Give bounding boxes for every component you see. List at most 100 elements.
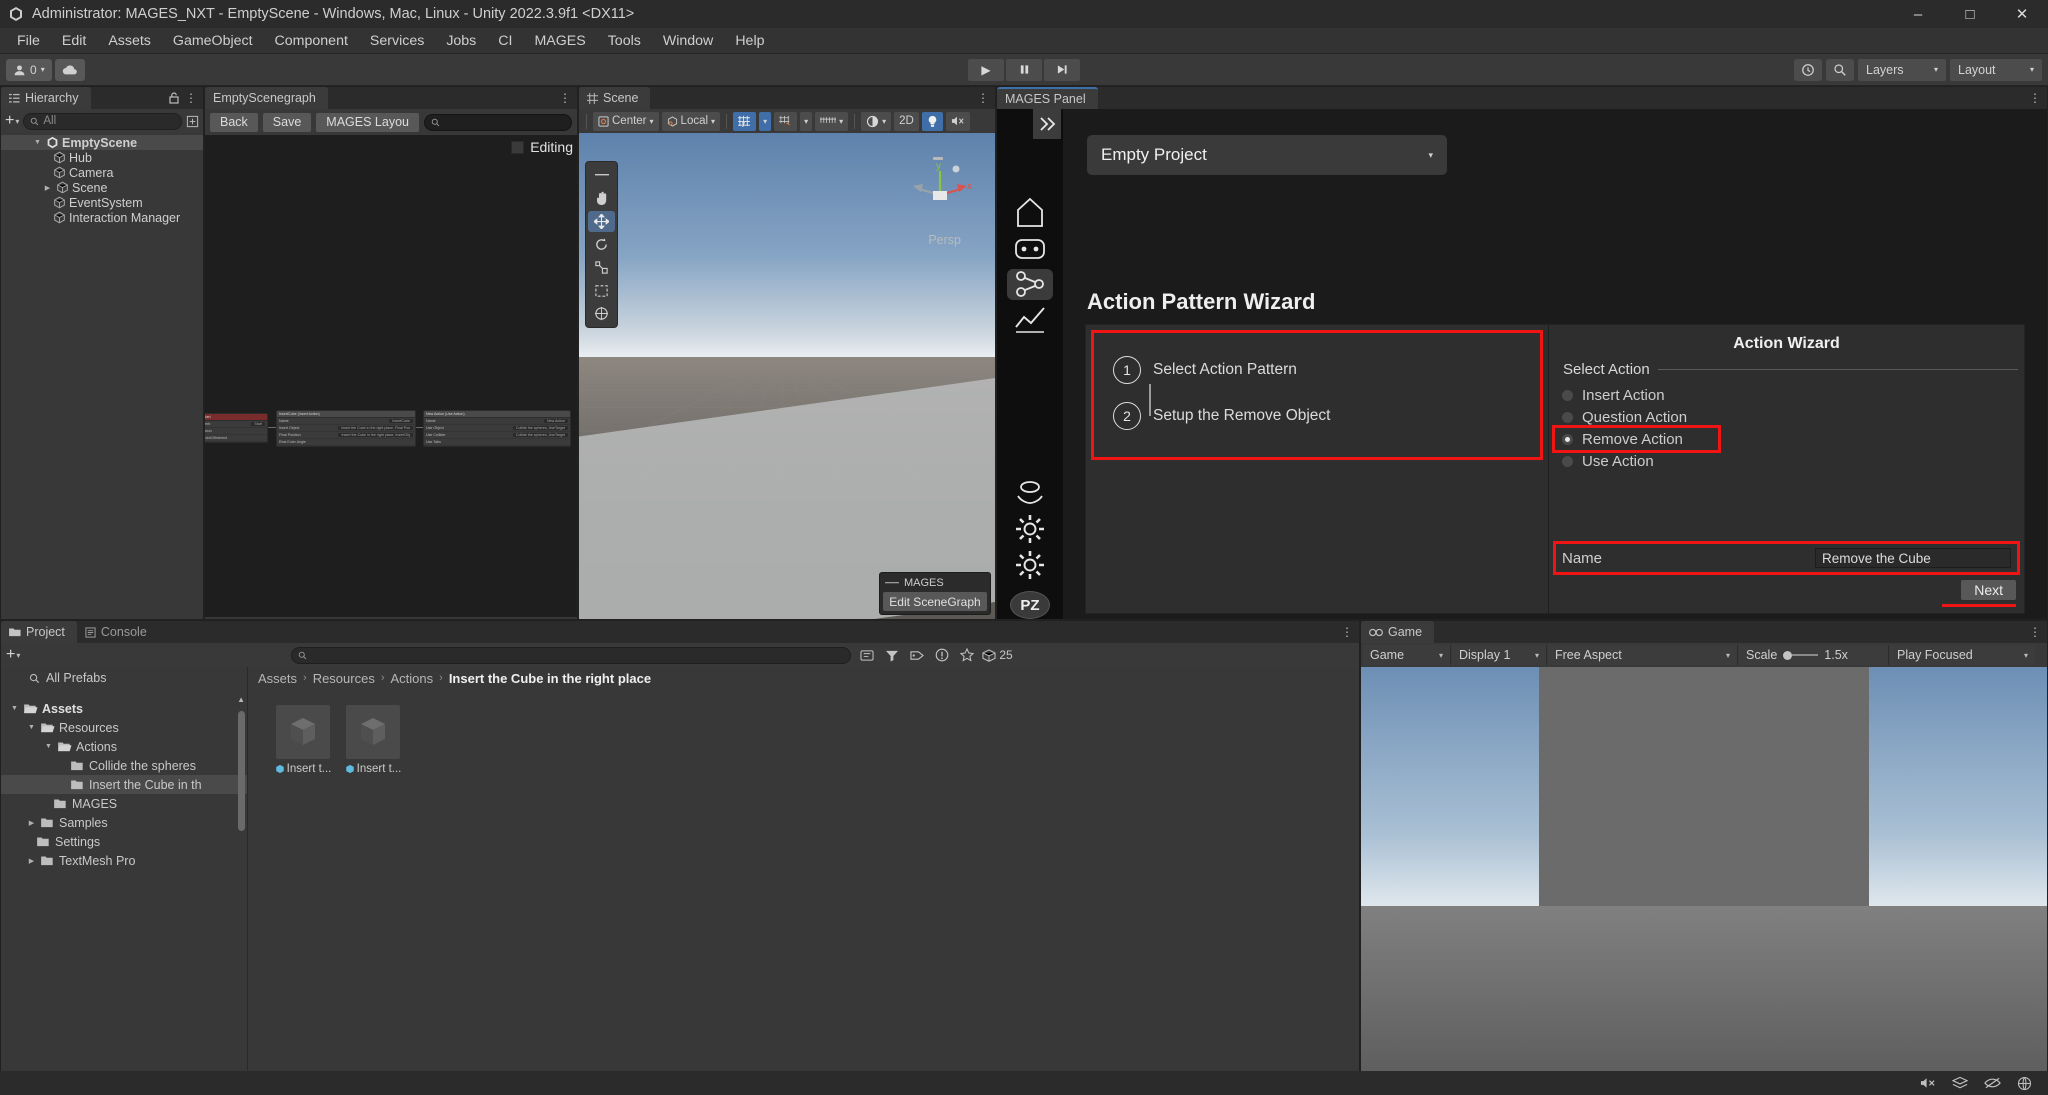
kebab-icon[interactable]: ⋮ (977, 92, 989, 104)
maximize-button[interactable]: □ (1944, 0, 1996, 28)
hierarchy-item-interaction-manager[interactable]: Interaction Manager (1, 210, 203, 225)
chevron-down-icon[interactable]: ▼ (32, 139, 43, 146)
scene-card-icon[interactable] (1007, 233, 1053, 265)
kebab-icon[interactable]: ⋮ (2029, 626, 2041, 638)
tab-mages-panel[interactable]: MAGES Panel (997, 87, 1098, 109)
game-view-dropdown[interactable]: Game ▾ (1363, 645, 1451, 665)
edit-scenegraph-button[interactable]: Edit SceneGraph (883, 592, 987, 611)
hierarchy-item-camera[interactable]: Camera (1, 165, 203, 180)
search-button[interactable] (1826, 58, 1854, 81)
hierarchy-search-input[interactable]: All (23, 112, 182, 130)
tab-project[interactable]: Project (1, 621, 77, 643)
scale-slider[interactable] (1783, 650, 1819, 660)
tab-hierarchy[interactable]: Hierarchy (1, 87, 91, 109)
radio-remove-action[interactable]: Remove Action (1552, 425, 1721, 453)
menu-file[interactable]: File (6, 28, 51, 54)
chevron-down-icon[interactable]: ▼ (26, 724, 37, 731)
pz-badge-icon[interactable]: PZ (1010, 591, 1050, 620)
tree-item-settings[interactable]: Settings (1, 832, 247, 851)
mages-layout-button[interactable]: MAGES Layou (316, 112, 419, 132)
game-viewport[interactable] (1361, 667, 2047, 1094)
chevron-right-icon[interactable]: ▶ (42, 184, 53, 192)
snap-dropdown[interactable]: ▾ (800, 111, 813, 131)
audio-mute-icon[interactable] (1920, 1076, 1936, 1090)
lock-icon[interactable] (169, 92, 179, 104)
tree-item-mages[interactable]: MAGES (1, 794, 247, 813)
save-search-icon[interactable] (857, 646, 876, 665)
menu-ci[interactable]: CI (487, 28, 523, 54)
lighting-toggle-button[interactable] (921, 111, 943, 131)
project-dropdown[interactable]: Empty Project ▾ (1087, 135, 1447, 175)
scenegraph-search-input[interactable] (423, 113, 572, 131)
tab-scene[interactable]: Scene (579, 87, 651, 109)
menu-assets[interactable]: Assets (97, 28, 162, 54)
scenegraph-node-start[interactable]: Start VerbStart Noun PointOfInterest (205, 413, 268, 443)
tree-item-actions[interactable]: ▼ Actions (1, 737, 247, 756)
hierarchy-item-scene[interactable]: ▶ Scene (1, 180, 203, 195)
tree-item-insert-the-cube[interactable]: Insert the Cube in th (1, 775, 247, 794)
radio-button[interactable] (1561, 410, 1574, 424)
radio-question-action[interactable]: Question Action (1555, 406, 2018, 428)
back-button[interactable]: Back (210, 112, 258, 132)
hand-tool-icon[interactable] (588, 188, 615, 209)
menu-tools[interactable]: Tools (597, 28, 652, 54)
display-dropdown[interactable]: Display 1 ▾ (1452, 645, 1547, 665)
menu-window[interactable]: Window (652, 28, 724, 54)
chevron-double-right-icon[interactable] (1033, 109, 1061, 139)
chevron-down-icon[interactable]: ▾ (16, 651, 20, 660)
slider-knob[interactable] (1783, 650, 1793, 660)
home-icon[interactable] (1007, 195, 1053, 229)
layers-dropdown[interactable]: Layers ▾ (1858, 58, 1946, 81)
all-prefabs-row[interactable]: All Prefabs (1, 667, 247, 689)
chevron-down-icon[interactable]: ▼ (43, 743, 54, 750)
radio-use-action[interactable]: Use Action (1555, 450, 2018, 472)
history-button[interactable] (1794, 58, 1822, 81)
audio-toggle-button[interactable] (945, 111, 970, 131)
space-mode-dropdown[interactable]: Local ▾ (661, 111, 721, 131)
play-focused-dropdown[interactable]: Play Focused ▾ (1890, 645, 2035, 665)
star-icon[interactable] (957, 646, 976, 665)
radio-button[interactable] (1561, 388, 1574, 402)
layout-dropdown[interactable]: Layout ▾ (1950, 58, 2042, 81)
move-tool-icon[interactable] (588, 211, 615, 232)
close-button[interactable]: ✕ (1996, 0, 2048, 28)
radio-insert-action[interactable]: Insert Action (1555, 384, 2018, 406)
menu-edit[interactable]: Edit (51, 28, 97, 54)
play-button[interactable]: ▶ (968, 58, 1004, 81)
warning-filter-icon[interactable] (932, 646, 951, 665)
project-search-input[interactable] (291, 646, 852, 664)
filter-label-icon[interactable] (907, 646, 926, 665)
snap-increment-button[interactable] (774, 111, 798, 131)
grid-dropdown[interactable]: ▾ (759, 111, 772, 131)
scenegraph-canvas[interactable]: Editing Start VerbStart Noun PointOfInte… (205, 135, 577, 617)
menu-services[interactable]: Services (359, 28, 435, 54)
breadcrumb-actions[interactable]: Actions (391, 671, 434, 686)
radio-button[interactable] (1561, 432, 1574, 446)
eye-icon[interactable] (186, 115, 199, 128)
breadcrumb-assets[interactable]: Assets (258, 671, 297, 686)
kebab-icon[interactable]: ⋮ (559, 92, 571, 104)
kebab-icon[interactable]: ⋮ (1341, 626, 1353, 638)
filter-type-icon[interactable] (882, 646, 901, 665)
scroll-up-arrow-icon[interactable]: ▲ (237, 695, 245, 704)
kebab-icon[interactable]: ⋮ (185, 92, 197, 104)
chevron-down-icon[interactable]: ▼ (9, 705, 20, 712)
chevron-right-icon[interactable]: ▶ (26, 857, 37, 865)
menu-help[interactable]: Help (724, 28, 775, 54)
settings-gear-icon[interactable] (1007, 513, 1053, 545)
tool-handle-drag[interactable] (588, 165, 615, 186)
asset-item[interactable]: Insert t... (274, 705, 332, 775)
layers-status-icon[interactable] (1952, 1076, 1968, 1090)
add-object-button[interactable]: + (5, 113, 14, 129)
add-asset-button[interactable]: + (6, 647, 15, 663)
menu-mages[interactable]: MAGES (523, 28, 596, 54)
name-input[interactable]: Remove the Cube (1815, 548, 2011, 568)
account-button[interactable]: 0 ▾ (6, 58, 52, 81)
pivot-mode-dropdown[interactable]: Center ▾ (593, 111, 659, 131)
asset-item[interactable]: Insert t... (344, 705, 402, 775)
2d-toggle-button[interactable]: 2D (894, 111, 919, 131)
hierarchy-item-emptyscene[interactable]: ▼ EmptyScene (1, 135, 203, 150)
scale-slider-group[interactable]: Scale 1.5x (1739, 645, 1889, 665)
tab-scenegraph[interactable]: EmptyScenegraph (205, 87, 328, 109)
globe-icon[interactable] (2017, 1076, 2032, 1091)
